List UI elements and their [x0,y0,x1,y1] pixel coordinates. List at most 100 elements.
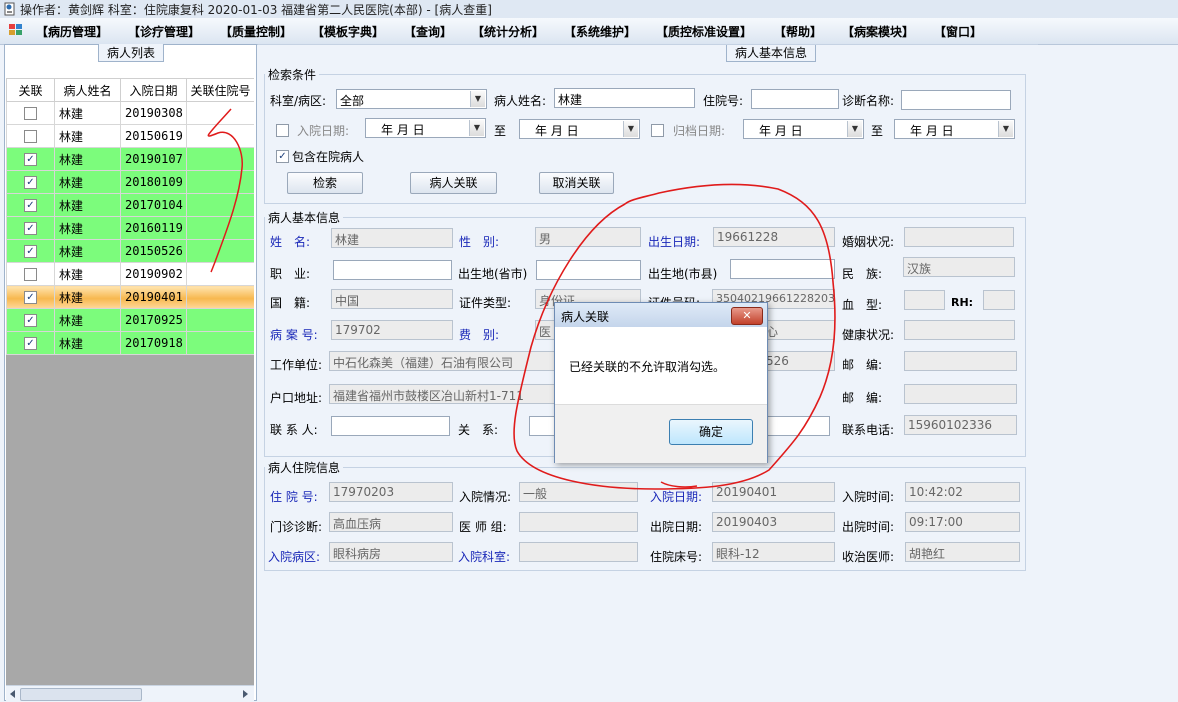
birth-city-field[interactable] [730,259,835,279]
ward-field[interactable]: 眼科病房 [329,542,453,562]
inpatient-no-field[interactable]: 17970203 [329,482,453,502]
discharge-date-field[interactable]: 20190403 [712,512,835,532]
patient-name-cell[interactable]: 林建 [54,193,121,217]
dialog-title-bar[interactable]: 病人关联 ✕ [555,303,767,327]
case-no-field[interactable]: 179702 [331,320,453,340]
table-row[interactable]: ✓ 林建 20190401 [6,285,254,309]
dept-select[interactable]: 全部 ▼ [336,89,487,109]
menu-window[interactable]: 【窗口】 [934,23,982,40]
admit-dept-field[interactable] [519,542,638,562]
link-checkbox[interactable]: ✓ [24,176,37,189]
col-header-linked-id[interactable]: 关联住院号 [186,78,254,102]
close-icon[interactable]: ✕ [731,307,763,325]
home-address-field[interactable]: 福建省福州市鼓楼区冶山新村1-711 [329,384,565,404]
link-checkbox[interactable]: ✓ [24,314,37,327]
table-row[interactable]: ✓ 林建 20190107 [6,147,254,171]
inpatient-no-input[interactable] [751,89,839,109]
patient-grid[interactable]: 关联 病人姓名 入院日期 关联住院号 林建 20190308 林建 20150619 ✓… [6,78,254,685]
linked-id-cell[interactable] [186,101,254,125]
menu-system[interactable]: 【系统维护】 [564,23,636,40]
name-field[interactable]: 林建 [331,228,453,248]
link-patient-button[interactable]: 病人关联 [410,172,497,194]
menu-qc-standards[interactable]: 【质控标准设置】 [656,23,752,40]
menu-templates[interactable]: 【模板字典】 [312,23,384,40]
table-row[interactable]: ✓ 林建 20160119 [6,216,254,240]
sex-field[interactable]: 男 [535,227,641,247]
table-row[interactable]: ✓ 林建 20150526 [6,239,254,263]
admit-status-field[interactable]: 一般 [519,482,638,502]
chevron-down-icon[interactable]: ▼ [623,121,638,137]
admit-date-cell[interactable]: 20150526 [120,239,187,263]
col-header-date[interactable]: 入院日期 [120,78,187,102]
work-unit-field[interactable]: 中石化森美（福建）石油有限公司 [329,351,565,371]
linked-id-cell[interactable] [186,331,254,355]
admit-date-from[interactable]: 年 月 日 ▼ [365,118,486,138]
linked-id-cell[interactable] [186,239,254,263]
linked-id-cell[interactable] [186,262,254,286]
admit-time-field[interactable]: 10:42:02 [905,482,1020,502]
link-checkbox-cell[interactable]: ✓ [6,216,55,240]
table-row[interactable]: ✓ 林建 20170918 [6,331,254,355]
chevron-down-icon[interactable]: ▼ [469,120,484,136]
col-header-name[interactable]: 病人姓名 [54,78,121,102]
admit-date-cell[interactable]: 20150619 [120,124,187,148]
linked-id-cell[interactable] [186,285,254,309]
phone-field[interactable]: 15960102336 [904,415,1017,435]
menu-quality-control[interactable]: 【质量控制】 [220,23,292,40]
job-field[interactable] [333,260,452,280]
patient-name-cell[interactable]: 林建 [54,170,121,194]
ok-button[interactable]: 确定 [669,419,753,445]
patient-name-cell[interactable]: 林建 [54,308,121,332]
linked-id-cell[interactable] [186,216,254,240]
bed-field[interactable]: 眼科-12 [712,542,835,562]
admit-date-cell[interactable]: 20190107 [120,147,187,171]
admit-date-cell[interactable]: 20190308 [120,101,187,125]
relation-extra-field[interactable] [765,416,830,436]
menu-help[interactable]: 【帮助】 [774,23,822,40]
link-checkbox[interactable] [24,268,37,281]
link-checkbox[interactable]: ✓ [24,222,37,235]
linked-id-cell[interactable] [186,124,254,148]
admit-date-cell[interactable]: 20160119 [120,216,187,240]
admit-date-field[interactable]: 20190401 [712,482,835,502]
contact-field[interactable] [331,416,450,436]
diagnosis-input[interactable] [901,90,1011,110]
menu-diagnosis[interactable]: 【诊疗管理】 [128,23,200,40]
unlink-patient-button[interactable]: 取消关联 [539,172,614,194]
link-checkbox-cell[interactable]: ✓ [6,331,55,355]
admitting-doctor-field[interactable]: 胡艳红 [905,542,1020,562]
link-checkbox[interactable] [24,107,37,120]
archive-date-checkbox[interactable] [651,124,664,137]
link-checkbox-cell[interactable] [6,101,55,125]
admit-date-cell[interactable]: 20180109 [120,170,187,194]
link-checkbox-cell[interactable]: ✓ [6,285,55,309]
scroll-left-icon[interactable] [8,689,18,699]
table-row[interactable]: ✓ 林建 20170925 [6,308,254,332]
menu-case-module[interactable]: 【病案模块】 [842,23,914,40]
patient-name-cell[interactable]: 林建 [54,239,121,263]
link-checkbox[interactable]: ✓ [24,153,37,166]
postcode-field[interactable] [904,351,1017,371]
table-row[interactable]: ✓ 林建 20180109 [6,170,254,194]
admit-date-to[interactable]: 年 月 日 ▼ [519,119,640,139]
archive-date-from[interactable]: 年 月 日 ▼ [743,119,864,139]
patient-name-cell[interactable]: 林建 [54,216,121,240]
link-checkbox-cell[interactable]: ✓ [6,239,55,263]
link-checkbox-cell[interactable]: ✓ [6,170,55,194]
scroll-right-icon[interactable] [240,689,250,699]
table-row[interactable]: 林建 20150619 [6,124,254,148]
chevron-down-icon[interactable]: ▼ [998,121,1013,137]
link-checkbox[interactable]: ✓ [24,199,37,212]
patient-name-input[interactable]: 林建 [554,88,695,108]
admit-date-checkbox[interactable] [276,124,289,137]
link-checkbox-cell[interactable]: ✓ [6,308,55,332]
menu-query[interactable]: 【查询】 [404,23,452,40]
patient-name-cell[interactable]: 林建 [54,124,121,148]
discharge-time-field[interactable]: 09:17:00 [905,512,1020,532]
link-checkbox-cell[interactable]: ✓ [6,193,55,217]
horizontal-scrollbar[interactable] [6,685,254,702]
patient-name-cell[interactable]: 林建 [54,101,121,125]
system-menu-icon[interactable] [9,24,23,36]
link-checkbox[interactable]: ✓ [24,245,37,258]
home-postcode-field[interactable] [904,384,1017,404]
